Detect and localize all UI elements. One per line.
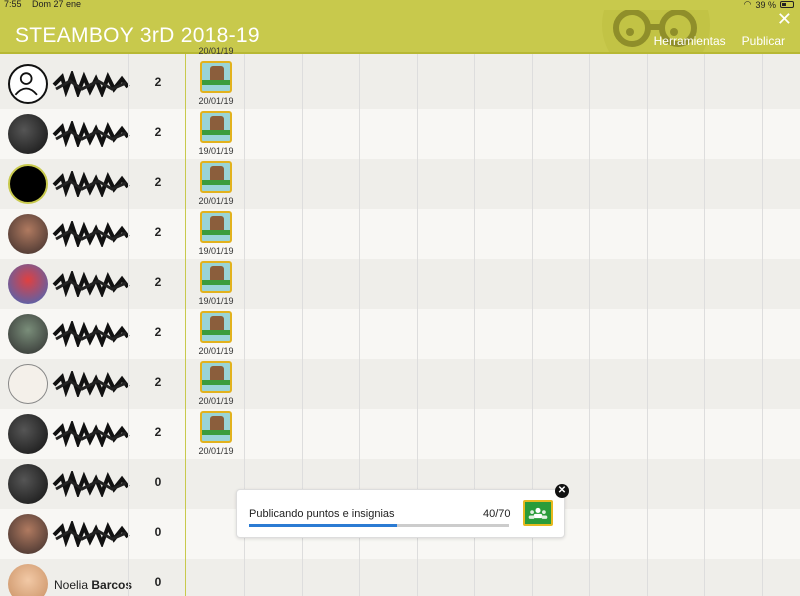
redacted-name: [52, 269, 132, 299]
close-toast-icon[interactable]: ✕: [555, 484, 569, 498]
header-bar: STEAMBOY 3rD 2018-19 ✕ Herramientas Publ…: [0, 10, 800, 52]
tools-button[interactable]: Herramientas: [654, 34, 726, 48]
table-row[interactable]: 2 20/01/19: [0, 359, 800, 409]
toast-count: 40/70: [483, 508, 511, 520]
badge-ribbon: [202, 180, 230, 185]
avatar[interactable]: [8, 264, 48, 304]
partial-date: 20/01/19: [198, 46, 234, 56]
badge-icon[interactable]: [200, 161, 232, 193]
divider: [762, 54, 763, 596]
avatar[interactable]: [8, 64, 48, 104]
badge-ribbon: [202, 280, 230, 285]
divider: [128, 54, 129, 596]
badge-icon[interactable]: [200, 311, 232, 343]
status-bar: 7:55 Dom 27 ene ◠ 39 %: [0, 0, 800, 10]
student-first-name: Noelia: [54, 578, 92, 592]
points-count: 2: [154, 125, 162, 139]
progress-bar: [249, 524, 509, 527]
badge-ribbon: [202, 130, 230, 135]
student-last-name: Barcos: [91, 578, 133, 592]
status-right: ◠ 39 %: [744, 0, 794, 10]
badge-icon[interactable]: [200, 111, 232, 143]
divider: [647, 54, 648, 596]
points-count: 0: [154, 525, 162, 539]
points-count: 2: [154, 275, 162, 289]
avatar[interactable]: [8, 564, 48, 596]
badge-ribbon: [202, 330, 230, 335]
badge-date: 20/01/19: [198, 396, 234, 406]
publish-progress-toast: Publicando puntos e insignias 40/70 ✕: [236, 484, 569, 538]
points-count: 2: [154, 375, 162, 389]
redacted-name: [52, 319, 132, 349]
divider: [589, 54, 590, 596]
points-count: 2: [154, 75, 162, 89]
badge-icon[interactable]: [200, 411, 232, 443]
badge-date: 20/01/19: [198, 346, 234, 356]
badge-date: 20/01/19: [198, 446, 234, 456]
avatar[interactable]: [8, 164, 48, 204]
badge-date: 19/01/19: [198, 296, 234, 306]
table-row[interactable]: 2 19/01/19: [0, 209, 800, 259]
table-row[interactable]: Noelia Barcos 0: [0, 559, 800, 596]
redacted-name: [52, 219, 132, 249]
avatar[interactable]: [8, 214, 48, 254]
wifi-icon: ◠: [743, 0, 752, 9]
avatar[interactable]: [8, 364, 48, 404]
badge-date: 20/01/19: [198, 196, 234, 206]
points-count: 0: [154, 475, 162, 489]
avatar[interactable]: [8, 314, 48, 354]
status-date: Dom 27 ene: [32, 0, 82, 9]
classroom-icon[interactable]: [523, 500, 553, 526]
badge-date: 19/01/19: [198, 146, 234, 156]
badge-ribbon: [202, 80, 230, 85]
table-row[interactable]: 2 20/01/19: [0, 59, 800, 109]
toast-message: Publicando puntos e insignias: [249, 508, 395, 520]
badge-icon[interactable]: [200, 61, 232, 93]
badge-date: 19/01/19: [198, 246, 234, 256]
table-row[interactable]: 2 19/01/19: [0, 259, 800, 309]
table-row[interactable]: 2 20/01/19: [0, 409, 800, 459]
points-count: 0: [154, 575, 162, 589]
battery-text: 39 %: [755, 0, 776, 10]
badge-icon[interactable]: [200, 261, 232, 293]
progress-fill: [249, 524, 398, 527]
redacted-name: [52, 369, 132, 399]
table-row[interactable]: 2 20/01/19: [0, 309, 800, 359]
status-time: 7:55: [4, 0, 22, 9]
redacted-name: [52, 519, 132, 549]
badge-date: 20/01/19: [198, 96, 234, 106]
avatar[interactable]: [8, 514, 48, 554]
close-button[interactable]: ✕: [777, 10, 792, 28]
table-row[interactable]: 2 20/01/19: [0, 159, 800, 209]
redacted-name: [52, 119, 132, 149]
redacted-name: [52, 469, 132, 499]
avatar[interactable]: [8, 414, 48, 454]
badge-icon[interactable]: [200, 211, 232, 243]
badge-ribbon: [202, 230, 230, 235]
badge-ribbon: [202, 430, 230, 435]
badge-ribbon: [202, 380, 230, 385]
student-name[interactable]: Noelia Barcos: [54, 578, 132, 592]
header-menu: Herramientas Publicar: [654, 34, 785, 48]
points-count: 2: [154, 325, 162, 339]
points-count: 2: [154, 175, 162, 189]
points-count: 2: [154, 225, 162, 239]
badge-icon[interactable]: [200, 361, 232, 393]
avatar[interactable]: [8, 464, 48, 504]
page-title: STEAMBOY 3rD 2018-19: [15, 24, 260, 47]
divider: [185, 54, 186, 596]
divider: [704, 54, 705, 596]
avatar[interactable]: [8, 114, 48, 154]
redacted-name: [52, 419, 132, 449]
redacted-name: [52, 169, 132, 199]
table-row[interactable]: 2 19/01/19: [0, 109, 800, 159]
publish-button[interactable]: Publicar: [742, 34, 785, 48]
redacted-name: [52, 69, 132, 99]
points-count: 2: [154, 425, 162, 439]
battery-icon: [780, 1, 794, 8]
